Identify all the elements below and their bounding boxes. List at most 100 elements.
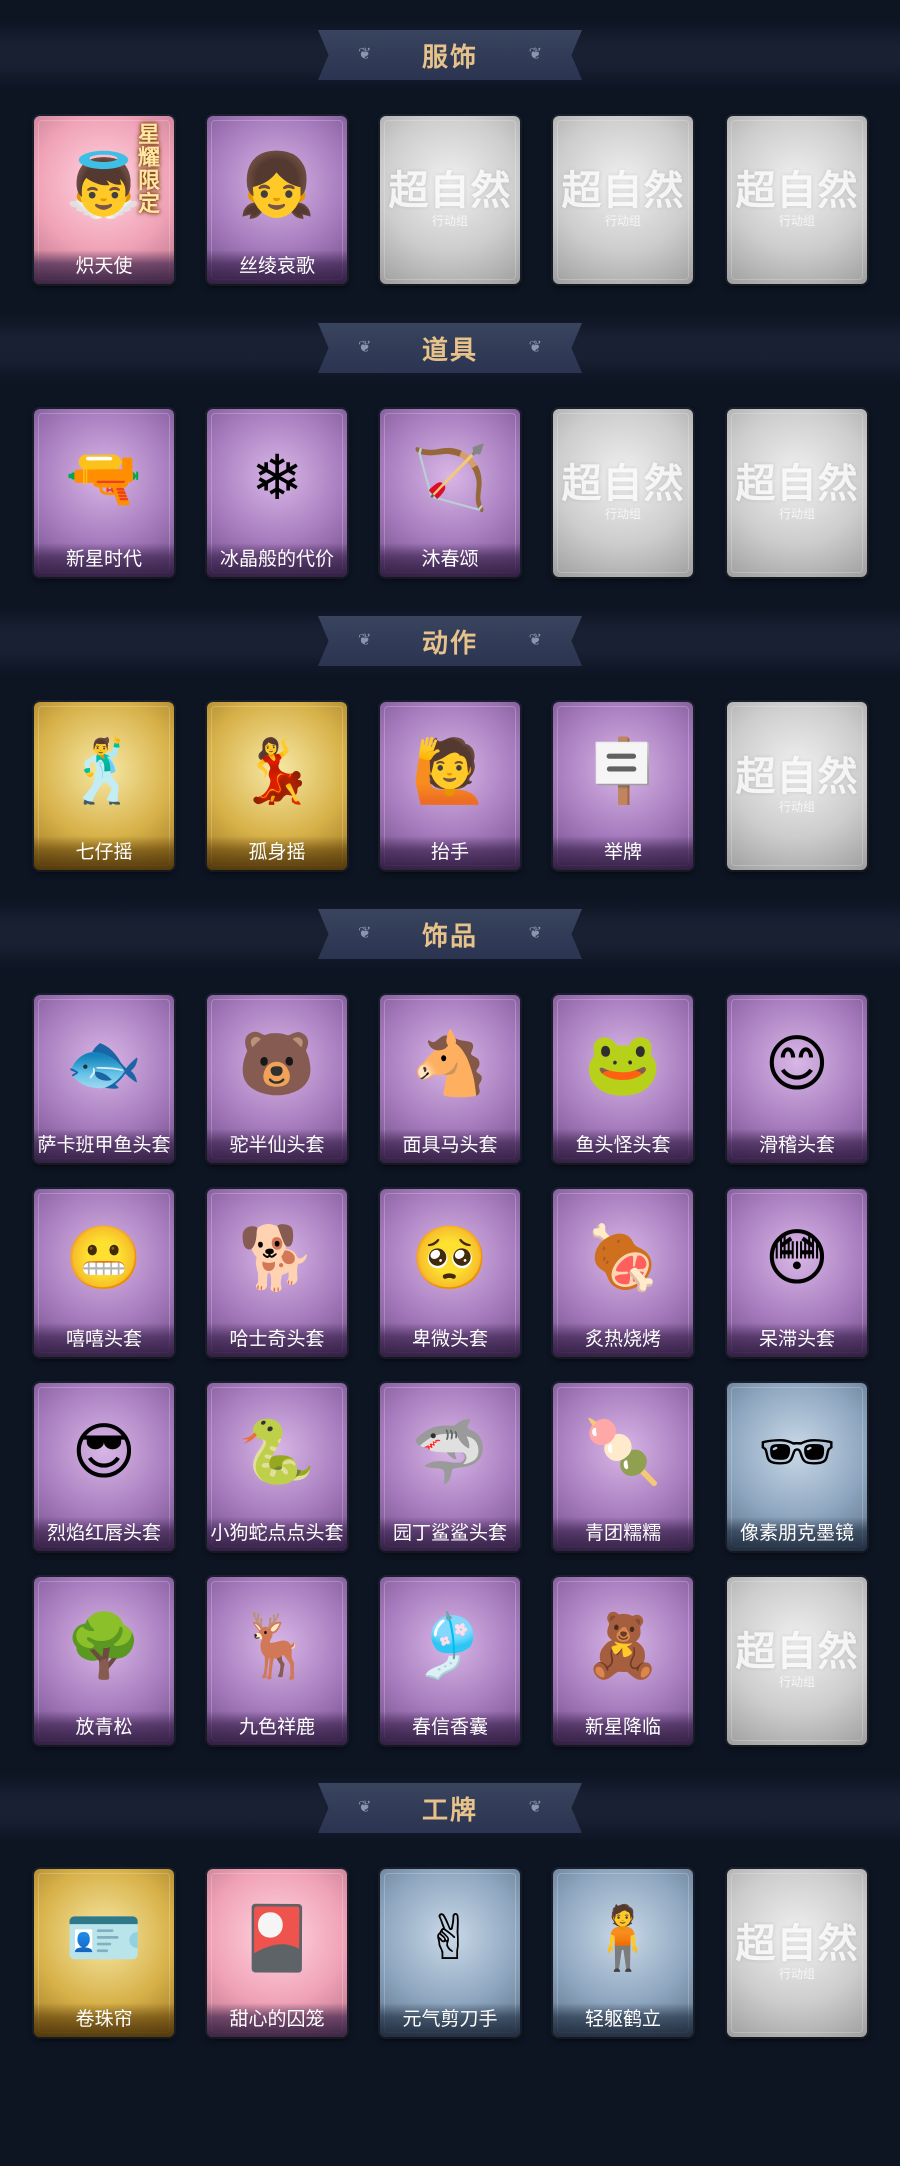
item-card[interactable]: 😊 滑稽头套 — [727, 995, 867, 1163]
item-label: 烈焰红唇头套 — [34, 1517, 174, 1551]
section-title: 动作 — [421, 627, 478, 658]
silhouette-card-icon: 🧍 — [584, 1904, 662, 1973]
swirl-ornament-icon: ❦ — [528, 46, 542, 63]
item-card[interactable]: ✌ 元气剪刀手 — [380, 1869, 520, 2037]
item-label: 沐春颂 — [380, 543, 520, 577]
locked-item-card[interactable]: 超自然 行动组 — [727, 409, 867, 577]
item-card[interactable]: 🧍 轻躯鹤立 — [553, 1869, 693, 2037]
heart-cage-card-icon: 🎴 — [238, 1904, 316, 1973]
item-card[interactable]: 👧 丝绫哀歌 — [207, 116, 347, 284]
item-card[interactable]: 🐍 小狗蛇点点头套 — [207, 1383, 347, 1551]
raise-hand-icon: 🙋 — [411, 737, 489, 806]
section-banner: ❦ 服饰 ❦ — [318, 30, 582, 80]
item-card[interactable]: 🐟 萨卡班甲鱼头套 — [34, 995, 174, 1163]
section-banner: ❦ 饰品 ❦ — [318, 909, 582, 959]
section-header: ❦ 饰品 ❦ — [0, 899, 900, 969]
item-card[interactable]: 🏹 沐春颂 — [380, 409, 520, 577]
section-title: 饰品 — [421, 920, 478, 951]
swirl-ornament-icon: ❦ — [358, 339, 372, 356]
item-card[interactable]: 🐴 面具马头套 — [380, 995, 520, 1163]
item-card[interactable]: 🎐 春信香囊 — [380, 1577, 520, 1745]
item-card[interactable]: 🐕 哈士奇头套 — [207, 1189, 347, 1357]
placeholder-logo: 超自然 — [388, 167, 512, 214]
item-card[interactable]: 😳 呆滞头套 — [727, 1189, 867, 1357]
placeholder-logo: 超自然 — [561, 460, 685, 507]
placeholder-subtitle: 行动组 — [778, 800, 815, 814]
potted-pine-icon: 🌳 — [65, 1612, 143, 1681]
item-card[interactable]: 🪪 卷珠帘 — [34, 1869, 174, 2037]
sachet-icon: 🎐 — [411, 1612, 489, 1681]
item-card[interactable]: 🐸 鱼头怪头套 — [553, 995, 693, 1163]
section-title: 道具 — [421, 334, 478, 365]
item-label: 七仔摇 — [34, 836, 174, 870]
item-card[interactable]: 🎴 甜心的囚笼 — [207, 1869, 347, 2037]
placeholder-subtitle: 行动组 — [604, 214, 641, 228]
girl-portrait-icon: 👧 — [238, 151, 316, 220]
item-label: 鱼头怪头套 — [553, 1129, 693, 1163]
item-card[interactable]: 🦈 园丁鲨鲨头套 — [380, 1383, 520, 1551]
pikachu-head-icon: 😎 — [71, 1418, 137, 1487]
locked-item-card[interactable]: 超自然 行动组 — [380, 116, 520, 284]
item-card[interactable]: 🪧 举牌 — [553, 702, 693, 870]
item-card[interactable]: 🕶 像素朋克墨镜 — [727, 1383, 867, 1551]
item-card[interactable]: 🔫 新星时代 — [34, 409, 174, 577]
section-header: ❦ 道具 ❦ — [0, 313, 900, 383]
item-label: 驼半仙头套 — [207, 1129, 347, 1163]
item-label: 哈士奇头套 — [207, 1323, 347, 1357]
item-card[interactable]: 🕺 七仔摇 — [34, 702, 174, 870]
sad-emoji-icon: 🥺 — [411, 1224, 489, 1293]
solo-dance-icon: 💃 — [238, 737, 316, 806]
item-label: 丝绫哀歌 — [207, 250, 347, 284]
section-header: ❦ 动作 ❦ — [0, 606, 900, 676]
placeholder-logo: 超自然 — [735, 1920, 859, 1967]
item-label: 举牌 — [553, 836, 693, 870]
dog-head-icon: 🐕 — [238, 1224, 316, 1293]
item-label: 新星时代 — [34, 543, 174, 577]
hold-sign-icon: 🪧 — [584, 737, 662, 806]
item-card[interactable]: 💃 孤身摇 — [207, 702, 347, 870]
item-card[interactable]: 🥺 卑微头套 — [380, 1189, 520, 1357]
item-card[interactable]: 🍡 青团糯糯 — [553, 1383, 693, 1551]
item-label: 放青松 — [34, 1711, 174, 1745]
item-label: 嘻嘻头套 — [34, 1323, 174, 1357]
placeholder-subtitle: 行动组 — [778, 1675, 815, 1689]
swirl-ornament-icon: ❦ — [358, 632, 372, 649]
doll-charm-icon: 🧸 — [584, 1612, 662, 1681]
item-card[interactable]: 🍖 炙热烧烤 — [553, 1189, 693, 1357]
item-card[interactable]: 🙋 抬手 — [380, 702, 520, 870]
locked-item-card[interactable]: 超自然 行动组 — [727, 1869, 867, 2037]
swirl-ornament-icon: ❦ — [358, 1799, 372, 1816]
placeholder-logo: 超自然 — [735, 167, 859, 214]
swirl-ornament-icon: ❦ — [528, 925, 542, 942]
item-card[interactable]: 🐻 驼半仙头套 — [207, 995, 347, 1163]
item-card[interactable]: 🌳 放青松 — [34, 1577, 174, 1745]
swirl-ornament-icon: ❦ — [528, 339, 542, 356]
ice-lotus-icon: ❄ — [251, 444, 303, 513]
section-title: 服饰 — [421, 41, 478, 72]
locked-item-card[interactable]: 超自然 行动组 — [553, 409, 693, 577]
item-label: 冰晶般的代价 — [207, 543, 347, 577]
horse-head-icon: 🐴 — [411, 1030, 489, 1099]
swirl-ornament-icon: ❦ — [528, 632, 542, 649]
item-label: 卑微头套 — [380, 1323, 520, 1357]
item-card[interactable]: 😬 嘻嘻头套 — [34, 1189, 174, 1357]
dance-pose-icon: 🕺 — [65, 737, 143, 806]
smile-emoji-icon: 😊 — [764, 1030, 830, 1099]
placeholder-subtitle: 行动组 — [604, 507, 641, 521]
locked-item-card[interactable]: 超自然 行动组 — [727, 1577, 867, 1745]
locked-item-card[interactable]: 超自然 行动组 — [727, 702, 867, 870]
item-card[interactable]: 😎 烈焰红唇头套 — [34, 1383, 174, 1551]
section-header: ❦ 工牌 ❦ — [0, 1773, 900, 1843]
item-card[interactable]: 🧸 新星降临 — [553, 1577, 693, 1745]
item-card[interactable]: 👼 星耀限定 炽天使 — [34, 116, 174, 284]
item-label: 轻躯鹤立 — [553, 2003, 693, 2037]
item-label: 九色祥鹿 — [207, 1711, 347, 1745]
item-label: 炽天使 — [34, 250, 174, 284]
locked-item-card[interactable]: 超自然 行动组 — [553, 116, 693, 284]
shark-head-icon: 🦈 — [411, 1418, 489, 1487]
item-card[interactable]: ❄ 冰晶般的代价 — [207, 409, 347, 577]
silhouette-card-icon: ✌ — [424, 1904, 476, 1973]
item-card[interactable]: 🦌 九色祥鹿 — [207, 1577, 347, 1745]
locked-item-card[interactable]: 超自然 行动组 — [727, 116, 867, 284]
swirl-ornament-icon: ❦ — [358, 46, 372, 63]
